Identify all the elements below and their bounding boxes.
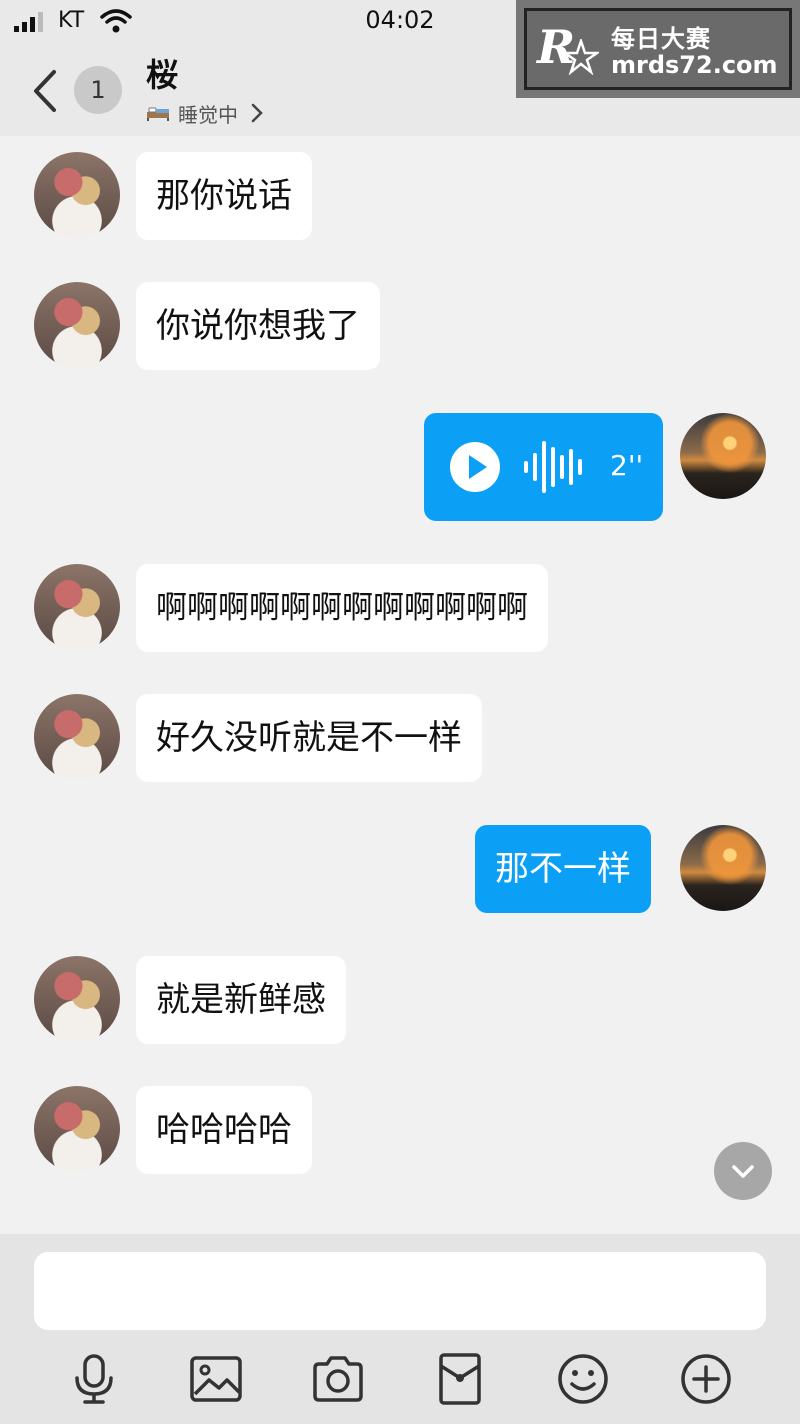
message-bubble[interactable]: 哈哈哈哈 [136,1086,312,1174]
message-bubble[interactable]: 就是新鲜感 [136,956,346,1044]
wifi-icon [100,9,132,33]
chevron-right-icon [251,103,263,123]
microphone-icon[interactable] [67,1352,121,1406]
bed-icon [147,107,169,121]
message-bubble[interactable]: 啊啊啊啊啊啊啊啊啊啊啊啊 [136,564,548,652]
my-avatar[interactable] [680,413,766,499]
input-bar [0,1234,800,1424]
message-bubble[interactable]: 好久没听就是不一样 [136,694,482,782]
scroll-to-bottom-button[interactable] [714,1142,772,1200]
my-avatar[interactable] [680,825,766,911]
message-bubble[interactable]: 那不一样 [475,825,651,913]
carrier-label: KT [58,8,85,33]
camera-icon[interactable] [311,1352,365,1406]
contact-avatar[interactable] [34,1086,120,1172]
watermark-title: 每日大赛 [611,25,711,53]
contact-status[interactable]: 睡觉中 [146,98,264,128]
status-time: 04:02 [365,6,435,34]
chevron-down-icon [732,1165,754,1178]
contact-avatar[interactable] [34,956,120,1042]
signal-bars-icon [14,12,43,32]
image-icon[interactable] [189,1352,243,1406]
message-bubble[interactable]: 你说你想我了 [136,282,380,370]
contact-avatar[interactable] [34,694,120,780]
play-icon[interactable] [450,442,500,492]
message-bubble[interactable]: 那你说话 [136,152,312,240]
emoji-icon[interactable] [556,1352,610,1406]
message-input[interactable] [34,1252,766,1330]
watermark-url: mrds72.com [611,51,778,79]
message-list[interactable]: 那你说话 你说你想我了 2'' 啊啊啊啊啊啊啊啊啊啊啊啊 好久没听就是不一样 那… [0,136,800,1234]
voice-message-bubble[interactable]: 2'' [424,413,663,521]
sound-wave-icon [524,441,582,493]
chevron-left-icon[interactable] [28,66,64,116]
contact-avatar[interactable] [34,152,120,238]
unread-count-badge[interactable]: 1 [74,66,122,114]
contact-avatar[interactable] [34,564,120,650]
voice-duration: 2'' [610,449,644,482]
plus-icon[interactable] [679,1352,733,1406]
contact-avatar[interactable] [34,282,120,368]
status-text: 睡觉中 [178,102,238,127]
red-packet-icon[interactable] [433,1352,487,1406]
contact-name[interactable]: 桜 [146,50,178,96]
star-icon [563,39,599,75]
watermark: R 每日大赛 mrds72.com [516,0,800,98]
